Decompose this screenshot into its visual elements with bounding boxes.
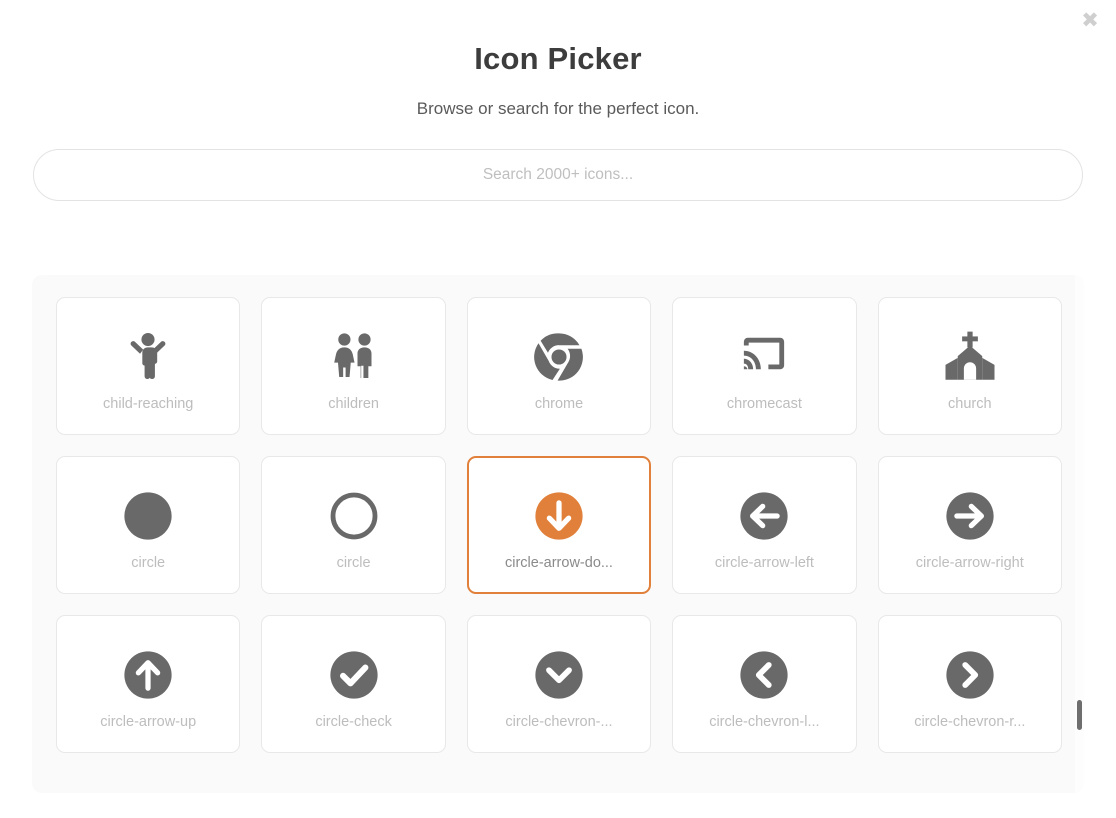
icon-tile-label: child-reaching: [103, 396, 194, 412]
icon-tile-circle-chevron-left[interactable]: circle-chevron-l...: [672, 615, 857, 753]
icon-tile-chromecast[interactable]: chromecast: [672, 297, 857, 435]
icon-grid-panel: child-reaching children chrome chromecast ch…: [32, 275, 1084, 793]
children-icon: [326, 320, 382, 394]
icon-tile-label: circle-chevron-r...: [914, 714, 1026, 730]
icon-tile-label: circle: [336, 555, 371, 571]
icon-tile-circle-chevron-right[interactable]: circle-chevron-r...: [877, 615, 1062, 753]
icon-tile-label: chromecast: [726, 396, 802, 412]
icon-tile-label: circle-arrow-right: [915, 555, 1024, 571]
search-input[interactable]: [33, 149, 1083, 202]
icon-tile-label: circle-arrow-do...: [505, 555, 613, 571]
dialog-subtitle: Browse or search for the perfect icon.: [416, 99, 700, 119]
page-title: Icon Picker: [474, 41, 642, 76]
icon-tile-circle-arrow-left[interactable]: circle-arrow-left: [672, 456, 857, 594]
circle-outline-icon: [326, 479, 382, 553]
close-icon[interactable]: ✖: [1076, 6, 1104, 34]
icon-tile-label: circle: [131, 555, 166, 571]
child-reaching-icon: [120, 320, 176, 394]
icon-tile-church[interactable]: church: [877, 297, 1062, 435]
chrome-icon: [531, 320, 587, 394]
icon-tile-circle-arrow-right[interactable]: circle-arrow-right: [877, 456, 1062, 594]
icon-grid-scroll-area: child-reaching children chrome chromecast ch…: [32, 275, 1084, 793]
circle-arrow-right-icon: [942, 479, 998, 553]
circle-arrow-left-icon: [736, 479, 792, 553]
circle-chevron-right-icon: [942, 638, 998, 712]
circle-chevron-down-icon: [531, 638, 587, 712]
icon-tile-circle-arrow-up[interactable]: circle-arrow-up: [56, 615, 241, 753]
circle-check-icon: [326, 638, 382, 712]
scrollbar-thumb[interactable]: [1077, 700, 1082, 730]
circle-chevron-left-icon: [736, 638, 792, 712]
icon-tile-children[interactable]: children: [261, 297, 446, 435]
icon-tile-circle-arrow-down[interactable]: circle-arrow-do...: [466, 456, 652, 594]
dialog-header: Icon Picker Browse or search for the per…: [0, 0, 1116, 119]
icon-tile-chrome[interactable]: chrome: [466, 297, 652, 435]
circle-arrow-up-icon: [120, 638, 176, 712]
icon-tile-label: circle-chevron-l...: [709, 714, 820, 730]
circle-filled-icon: [120, 479, 176, 553]
icon-tile-circle-filled[interactable]: circle: [56, 456, 241, 594]
scrollbar-track[interactable]: [1075, 275, 1084, 793]
icon-tile-label: circle-check: [315, 714, 392, 730]
icon-grid: child-reaching children chrome chromecast ch…: [56, 297, 1062, 753]
icon-tile-label: circle-arrow-up: [100, 714, 197, 730]
church-icon: [942, 320, 998, 394]
icon-tile-label: church: [948, 396, 992, 412]
circle-arrow-down-icon: [531, 479, 587, 553]
icon-tile-circle-outline[interactable]: circle: [261, 456, 446, 594]
chromecast-icon: [736, 320, 792, 394]
search-bar: [33, 119, 1083, 202]
icon-tile-label: circle-chevron-...: [505, 714, 613, 730]
icon-tile-circle-check[interactable]: circle-check: [261, 615, 446, 753]
icon-tile-label: chrome: [534, 396, 584, 412]
icon-tile-label: circle-arrow-left: [714, 555, 814, 571]
icon-tile-label: children: [328, 396, 379, 412]
icon-tile-circle-chevron-down[interactable]: circle-chevron-...: [466, 615, 652, 753]
icon-tile-child-reaching[interactable]: child-reaching: [56, 297, 241, 435]
